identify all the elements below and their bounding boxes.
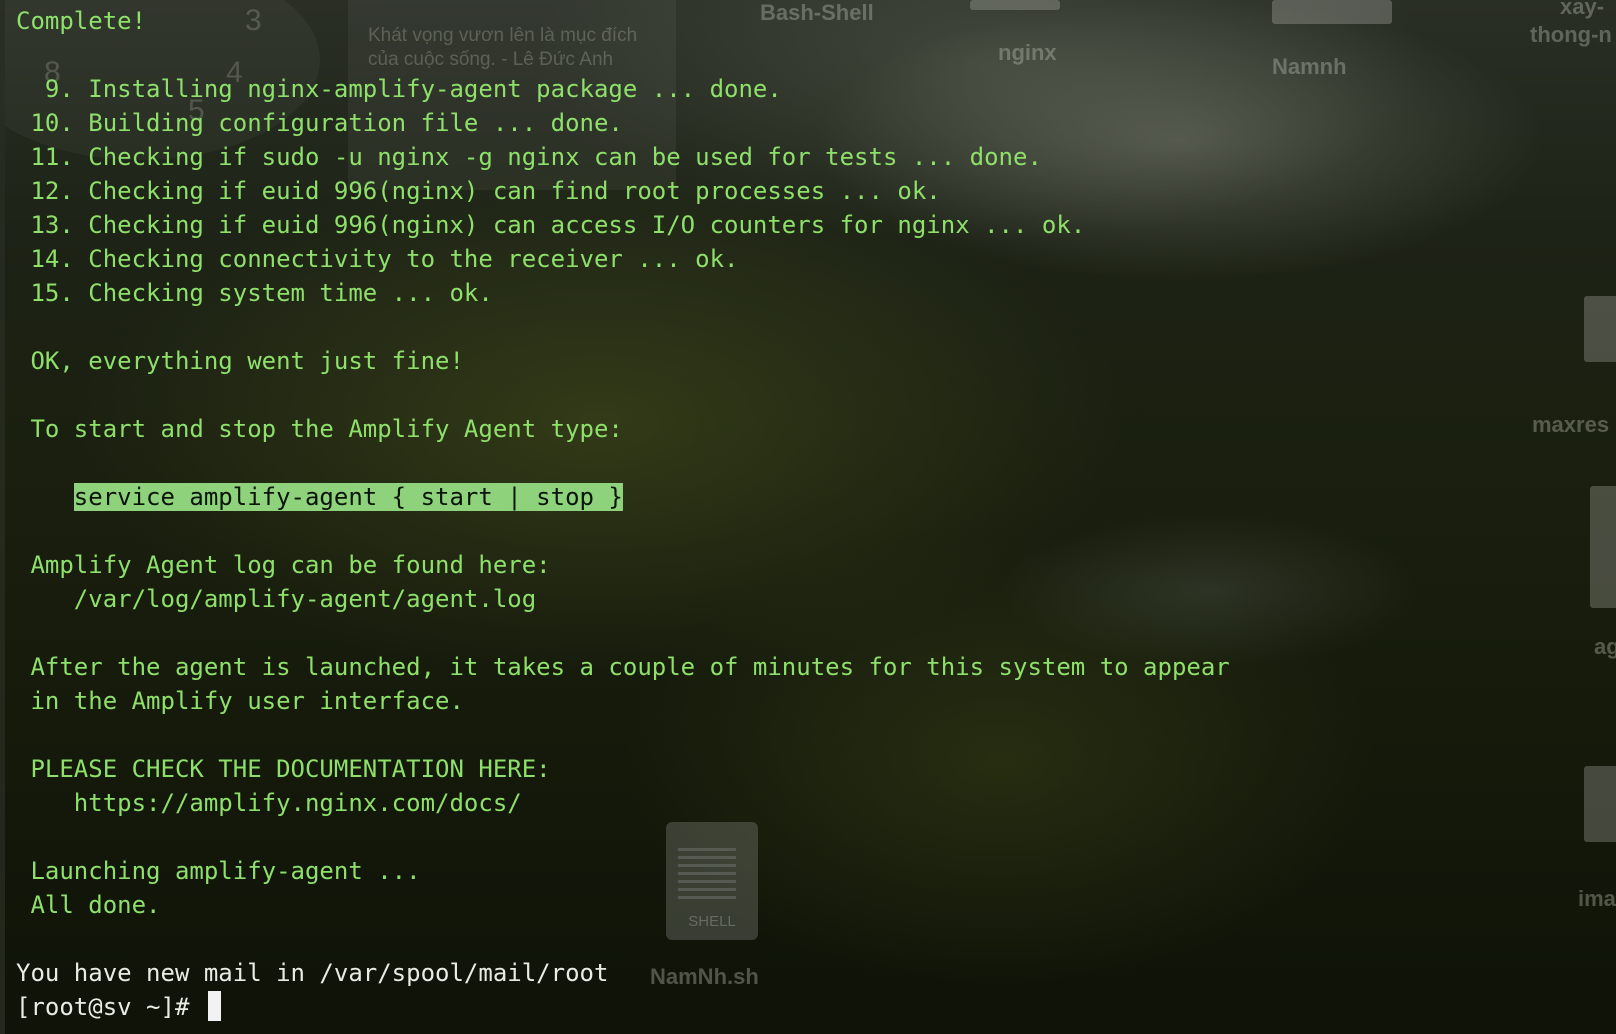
output-line: 15. Checking system time ... ok. [16,279,493,307]
output-line: 12. Checking if euid 996(nginx) can find… [16,177,941,205]
output-line: PLEASE CHECK THE DOCUMENTATION HERE: [16,755,551,783]
output-line: Amplify Agent log can be found here: [16,551,551,579]
output-line: 9. Installing nginx-amplify-agent packag… [16,75,782,103]
terminal-window[interactable]: Complete! 9. Installing nginx-amplify-ag… [0,0,1616,1034]
shell-prompt-line[interactable]: [root@sv ~]# [16,990,221,1024]
output-line: in the Amplify user interface. [16,687,464,715]
output-line: All done. [16,891,161,919]
output-line: After the agent is launched, it takes a … [16,653,1230,681]
output-line: 14. Checking connectivity to the receive… [16,245,739,273]
shell-prompt: [root@sv ~]# [16,993,204,1021]
output-line: 11. Checking if sudo -u nginx -g nginx c… [16,143,1042,171]
text-cursor[interactable] [207,991,221,1021]
service-command-highlight: service amplify-agent { start | stop } [73,483,623,511]
output-line: OK, everything went just fine! [16,347,464,375]
output-line: Complete! [16,7,147,35]
command-hint-line: service amplify-agent { start | stop } [16,480,623,514]
mail-notice-line: You have new mail in /var/spool/mail/roo… [16,959,609,987]
output-line: 10. Building configuration file ... done… [16,109,623,137]
docs-url-line: https://amplify.nginx.com/docs/ [16,789,522,817]
output-line: 13. Checking if euid 996(nginx) can acce… [16,211,1086,239]
output-line: Launching amplify-agent ... [16,857,421,885]
output-line: To start and stop the Amplify Agent type… [16,415,623,443]
log-path-line: /var/log/amplify-agent/agent.log [16,585,537,613]
